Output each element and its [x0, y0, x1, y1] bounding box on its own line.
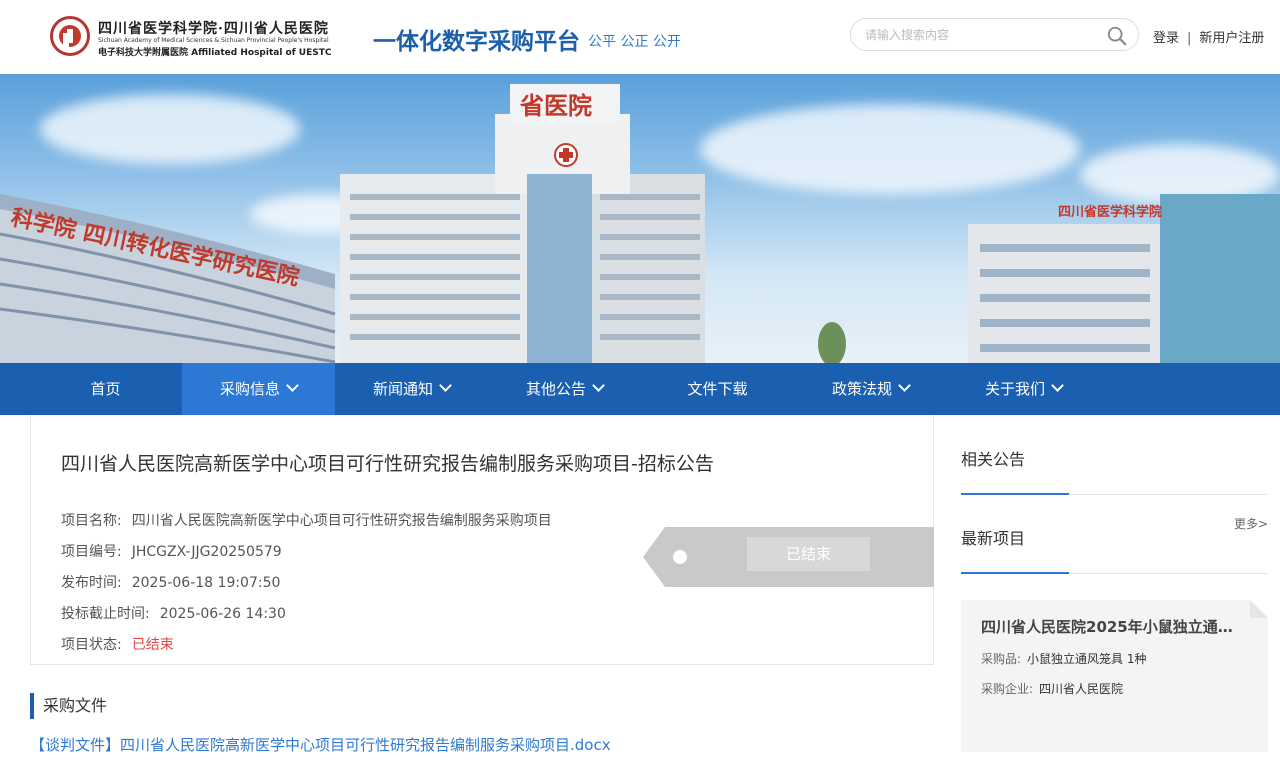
project-name-label: 项目名称:	[61, 513, 122, 529]
project-no-label: 项目编号:	[61, 544, 122, 560]
purchase-files-heading: 采购文件	[30, 693, 107, 719]
project-item-label: 采购品:	[981, 652, 1022, 666]
hospital-seal-icon	[50, 16, 90, 56]
publish-time-label: 发布时间:	[61, 575, 122, 591]
site-header: 四川省医学科学院·四川省人民医院 Sichuan Academy of Medi…	[0, 0, 1280, 74]
project-card-company-row: 采购企业: 四川省人民医院	[981, 680, 1123, 697]
project-item-value: 小鼠独立通风笼具 1种	[1027, 652, 1147, 666]
project-name-row: 项目名称: 四川省人民医院高新医学中心项目可行性研究报告编制服务采购项目	[61, 510, 552, 530]
purchase-file-link[interactable]: 【谈判文件】四川省人民医院高新医学中心项目可行性研究报告编制服务采购项目.doc…	[30, 734, 611, 755]
status-tag-button: 已结束	[747, 537, 870, 571]
nav-news[interactable]: 新闻通知	[335, 363, 488, 415]
register-link[interactable]: 新用户注册	[1199, 31, 1264, 46]
nav-about-label: 关于我们	[984, 380, 1045, 398]
status-value: 已结束	[131, 637, 174, 653]
logo-name-cn: 四川省医学科学院·四川省人民医院	[98, 21, 329, 37]
nav-other-notices[interactable]: 其他公告	[488, 363, 641, 415]
tag-hole-icon	[673, 550, 687, 564]
status-tag: 已结束	[643, 527, 941, 587]
notice-detail-panel: 四川省人民医院高新医学中心项目可行性研究报告编制服务采购项目-招标公告 项目名称…	[30, 415, 941, 665]
banner-sign-center: 省医院	[519, 91, 592, 120]
latest-projects-heading: 最新项目	[961, 529, 1026, 548]
status-label: 项目状态:	[61, 637, 122, 653]
banner-sign-right: 四川省医学科学院	[1058, 204, 1162, 220]
nav-home[interactable]: 首页	[29, 363, 182, 415]
chevron-down-icon	[592, 379, 605, 392]
logo-affiliation: 电子科技大学附属医院 Affiliated Hospital of UESTC	[98, 48, 332, 58]
related-divider	[961, 493, 1268, 495]
platform-title: 一体化数字采购平台	[373, 29, 580, 55]
project-company-value: 四川省人民医院	[1039, 682, 1124, 696]
nav-downloads[interactable]: 文件下载	[641, 363, 794, 415]
project-name-value: 四川省人民医院高新医学中心项目可行性研究报告编制服务采购项目	[131, 513, 552, 529]
auth-links: 登录 | 新用户注册	[1153, 27, 1264, 46]
chevron-down-icon	[439, 379, 452, 392]
nav-home-label: 首页	[90, 380, 121, 398]
publish-time-row: 发布时间: 2025-06-18 19:07:50	[61, 572, 280, 592]
chevron-down-icon	[898, 379, 911, 392]
nav-downloads-label: 文件下载	[687, 380, 748, 398]
nav-about[interactable]: 关于我们	[947, 363, 1100, 415]
hospital-logo[interactable]: 四川省医学科学院·四川省人民医院 Sichuan Academy of Medi…	[50, 16, 360, 60]
nav-other-notices-label: 其他公告	[525, 380, 586, 398]
login-link[interactable]: 登录	[1153, 31, 1179, 46]
hospital-buildings-illustration: 科学院 四川转化医学研究医院 省医院 四川省医学科学院	[0, 84, 1280, 363]
project-card-title[interactable]: 四川省人民医院2025年小鼠独立通风笼具采购项目	[981, 616, 1241, 637]
search-box	[850, 18, 1139, 51]
auth-separator: |	[1187, 31, 1192, 46]
latest-divider	[961, 572, 1268, 574]
deadline-row: 投标截止时间: 2025-06-26 14:30	[61, 603, 286, 623]
notice-title: 四川省人民医院高新医学中心项目可行性研究报告编制服务采购项目-招标公告	[61, 453, 714, 475]
platform-slogan: 公平 公正 公开	[588, 34, 681, 50]
project-card-item-row: 采购品: 小鼠独立通风笼具 1种	[981, 650, 1147, 667]
sidebar: 相关公告 更多> 最新项目 四川省人民医院2025年小鼠独立通风笼具采购项目 采…	[934, 415, 1280, 766]
nav-policies[interactable]: 政策法规	[794, 363, 947, 415]
related-notices-heading: 相关公告	[961, 450, 1026, 469]
nav-policies-label: 政策法规	[831, 380, 892, 398]
nav-procurement-info-label: 采购信息	[219, 380, 280, 398]
nav-news-label: 新闻通知	[372, 380, 433, 398]
nav-procurement-info[interactable]: 采购信息	[182, 363, 335, 415]
search-input[interactable]	[865, 26, 1095, 44]
search-icon[interactable]	[1106, 25, 1128, 47]
logo-name-en: Sichuan Academy of Medical Sciences & Si…	[98, 37, 329, 44]
status-row: 项目状态: 已结束	[61, 634, 174, 654]
deadline-value: 2025-06-26 14:30	[159, 606, 286, 622]
project-company-label: 采购企业:	[981, 682, 1034, 696]
chevron-down-icon	[1051, 379, 1064, 392]
main-nav: 首页 采购信息 新闻通知 其他公告 文件下载 政策法规 关于我们	[0, 363, 1280, 415]
project-no-row: 项目编号: JHCGZX-JJG20250579	[61, 541, 282, 561]
latest-project-card[interactable]: 四川省人民医院2025年小鼠独立通风笼具采购项目 采购品: 小鼠独立通风笼具 1种…	[961, 600, 1268, 752]
chevron-down-icon	[286, 379, 299, 392]
project-no-value: JHCGZX-JJG20250579	[131, 544, 282, 560]
publish-time-value: 2025-06-18 19:07:50	[131, 575, 281, 591]
more-link[interactable]: 更多>	[1234, 515, 1268, 532]
deadline-label: 投标截止时间:	[61, 606, 150, 622]
hospital-banner-image: 科学院 四川转化医学研究医院 省医院 四川省医学科学院	[0, 74, 1280, 363]
